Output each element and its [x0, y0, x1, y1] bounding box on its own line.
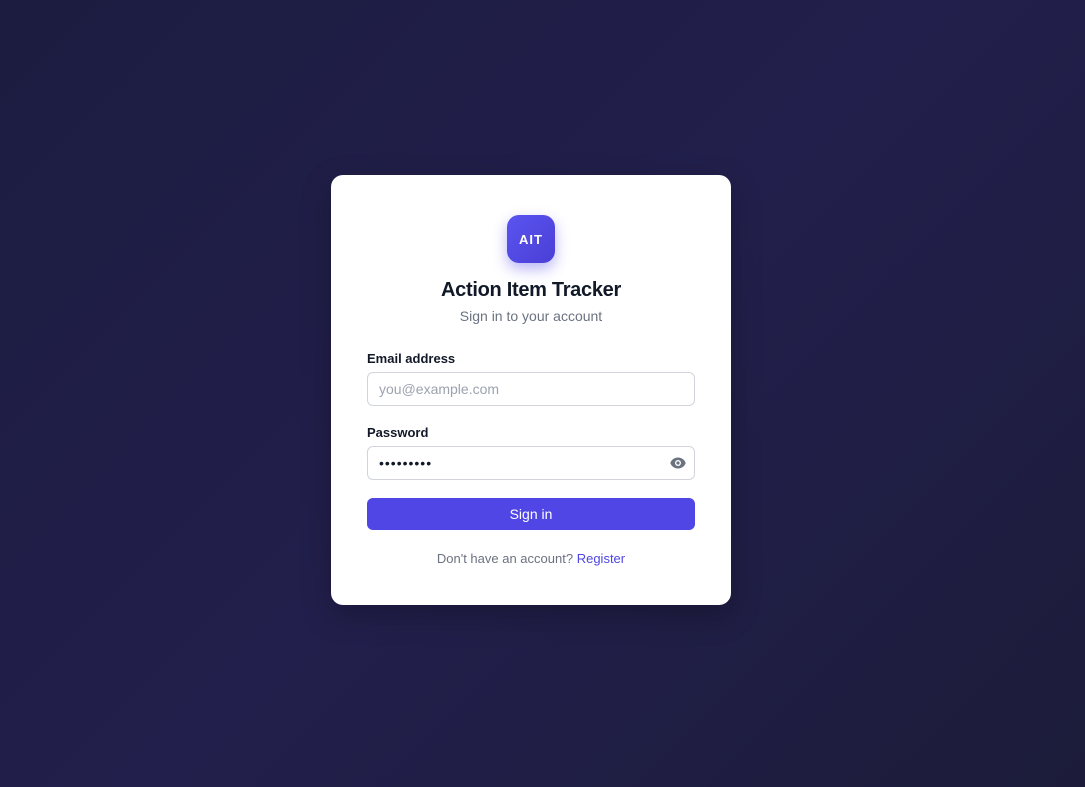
register-prompt-text: Don't have an account?	[436, 551, 574, 566]
password-label: Password	[367, 425, 429, 440]
email-group: Email address	[367, 351, 695, 406]
email-field[interactable]	[367, 372, 695, 406]
sign-in-button[interactable]: Sign in	[367, 498, 695, 530]
page-subtitle: Sign in to your account	[459, 308, 603, 324]
password-field[interactable]	[367, 446, 695, 480]
app-logo: AIT	[507, 215, 555, 263]
password-group: Password	[367, 425, 695, 480]
email-label: Email address	[367, 351, 456, 366]
email-wrap	[367, 372, 695, 406]
app-title: Action Item Tracker	[441, 279, 621, 301]
register-link[interactable]: Register	[577, 551, 625, 566]
password-wrap	[367, 446, 695, 480]
eye-icon[interactable]	[669, 454, 687, 472]
login-form: Email address Password Sign in	[367, 351, 695, 530]
app-logo-text: AIT	[519, 231, 543, 247]
login-card: AIT Action Item Tracker Sign in to your …	[331, 175, 731, 605]
register-prompt: Don't have an account? Register	[367, 551, 695, 566]
